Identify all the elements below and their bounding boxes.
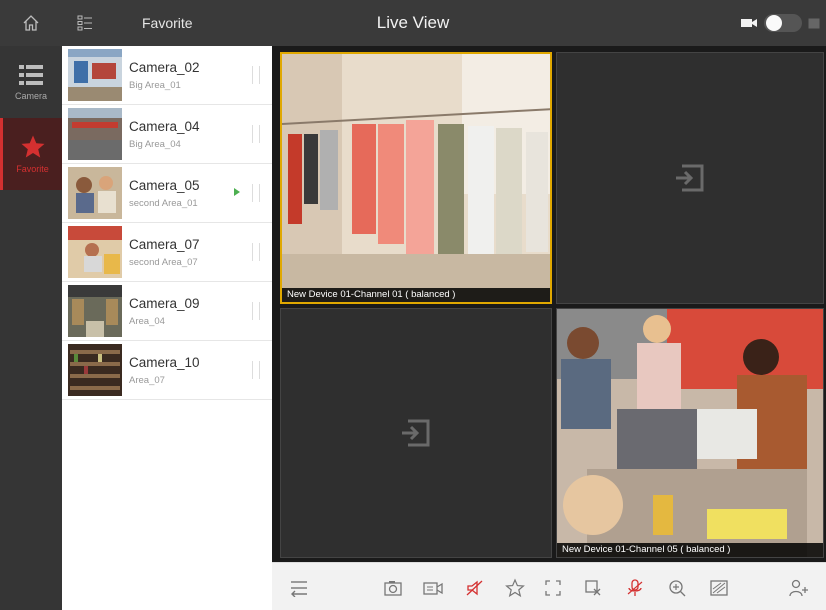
camera-name: Camera_10 <box>129 354 200 370</box>
audio-button[interactable] <box>464 577 486 599</box>
camera-thumbnail <box>68 285 122 337</box>
camera-name: Camera_07 <box>129 236 200 252</box>
add-channel-icon <box>676 164 704 192</box>
camera-row-05[interactable]: Camera_05 second Area_01 <box>62 164 272 223</box>
camera-thumbnail <box>68 49 122 101</box>
camera-area: Big Area_01 <box>129 79 181 91</box>
snapshot-icon <box>384 581 402 596</box>
nav-item-favorite[interactable]: Favorite <box>0 118 62 190</box>
drag-handle[interactable] <box>252 361 260 379</box>
camera-name: Camera_04 <box>129 118 200 134</box>
stop-all-icon <box>585 580 601 596</box>
fullscreen-icon <box>545 580 561 596</box>
camera-list-icon <box>19 65 43 85</box>
camera-row-04[interactable]: Camera_04 Big Area_04 <box>62 105 272 164</box>
audio-mute-icon <box>466 580 483 596</box>
camera-area: Area_07 <box>129 374 165 386</box>
side-nav: Camera Favorite <box>0 46 62 610</box>
nav-label-favorite: Favorite <box>16 164 49 174</box>
view-list-button[interactable] <box>62 0 108 46</box>
camera-name: Camera_05 <box>129 177 200 193</box>
drag-handle[interactable] <box>252 184 260 202</box>
video-tile-3[interactable] <box>280 308 552 558</box>
video-tile-2[interactable] <box>556 52 824 304</box>
drag-handle[interactable] <box>252 125 260 143</box>
view-mode-toggle[interactable] <box>764 14 802 32</box>
channel-label: New Device 01-Channel 05 ( balanced ) <box>557 543 823 557</box>
nav-item-camera[interactable]: Camera <box>0 46 62 118</box>
camera-name: Camera_09 <box>129 295 200 311</box>
zoom-button[interactable] <box>666 577 688 599</box>
image-icon <box>808 18 820 28</box>
list-icon <box>77 15 92 31</box>
menu-icon <box>291 581 307 597</box>
channel-label: New Device 01-Channel 01 ( balanced ) <box>282 288 550 302</box>
camera-thumbnail <box>68 108 122 160</box>
menu-button[interactable] <box>288 577 310 599</box>
camera-thumbnail <box>68 167 122 219</box>
stop-all-button[interactable] <box>582 577 604 599</box>
mic-icon <box>627 579 643 596</box>
camera-thumbnail <box>68 344 122 396</box>
zoom-icon <box>669 580 686 597</box>
star-icon <box>21 135 44 158</box>
camera-row-10[interactable]: Camera_10 Area_07 <box>62 341 272 400</box>
camera-area: second Area_07 <box>129 256 198 268</box>
home-icon <box>23 15 39 31</box>
camera-area: Big Area_04 <box>129 138 181 150</box>
video-tile-1[interactable]: New Device 01-Channel 01 ( balanced ) <box>280 52 552 304</box>
page-title: Live View <box>376 13 450 32</box>
record-icon <box>423 582 443 595</box>
drag-handle[interactable] <box>252 66 260 84</box>
nav-label-camera: Camera <box>14 91 47 101</box>
talk-button[interactable] <box>624 577 646 599</box>
ptz-button[interactable] <box>788 577 810 599</box>
live-view-grid: New Device 01-Channel 01 ( balanced ) Ne… <box>272 46 826 562</box>
drag-handle[interactable] <box>252 243 260 261</box>
video-feed <box>282 54 550 302</box>
add-channel-icon <box>402 419 430 447</box>
camera-area: second Area_01 <box>129 197 198 209</box>
camera-row-02[interactable]: Camera_02 Big Area_01 <box>62 46 272 105</box>
video-camera-icon <box>741 19 757 27</box>
camera-list: Camera_02 Big Area_01 Camera_04 Big Area… <box>62 46 272 610</box>
camera-thumbnail <box>68 226 122 278</box>
video-feed <box>557 309 823 557</box>
image-settings-button[interactable] <box>708 577 730 599</box>
camera-name: Camera_02 <box>129 59 200 75</box>
home-button[interactable] <box>0 0 62 46</box>
image-settings-icon <box>710 580 728 596</box>
camera-row-07[interactable]: Camera_07 second Area_07 <box>62 223 272 282</box>
drag-handle[interactable] <box>252 302 260 320</box>
favorite-button[interactable] <box>504 577 526 599</box>
favorite-star-icon <box>505 578 525 598</box>
toggle-knob <box>766 15 782 31</box>
top-bar: Favorite Live View <box>0 0 826 46</box>
ptz-icon <box>789 579 808 597</box>
record-button[interactable] <box>422 577 444 599</box>
fullscreen-button[interactable] <box>542 577 564 599</box>
snapshot-button[interactable] <box>382 577 404 599</box>
favorite-tab[interactable]: Favorite <box>142 15 193 31</box>
video-tile-4[interactable]: New Device 01-Channel 05 ( balanced ) <box>556 308 824 558</box>
playing-indicator-icon <box>234 188 240 196</box>
camera-row-09[interactable]: Camera_09 Area_04 <box>62 282 272 341</box>
camera-area: Area_04 <box>129 315 165 327</box>
bottom-toolbar <box>272 562 826 610</box>
